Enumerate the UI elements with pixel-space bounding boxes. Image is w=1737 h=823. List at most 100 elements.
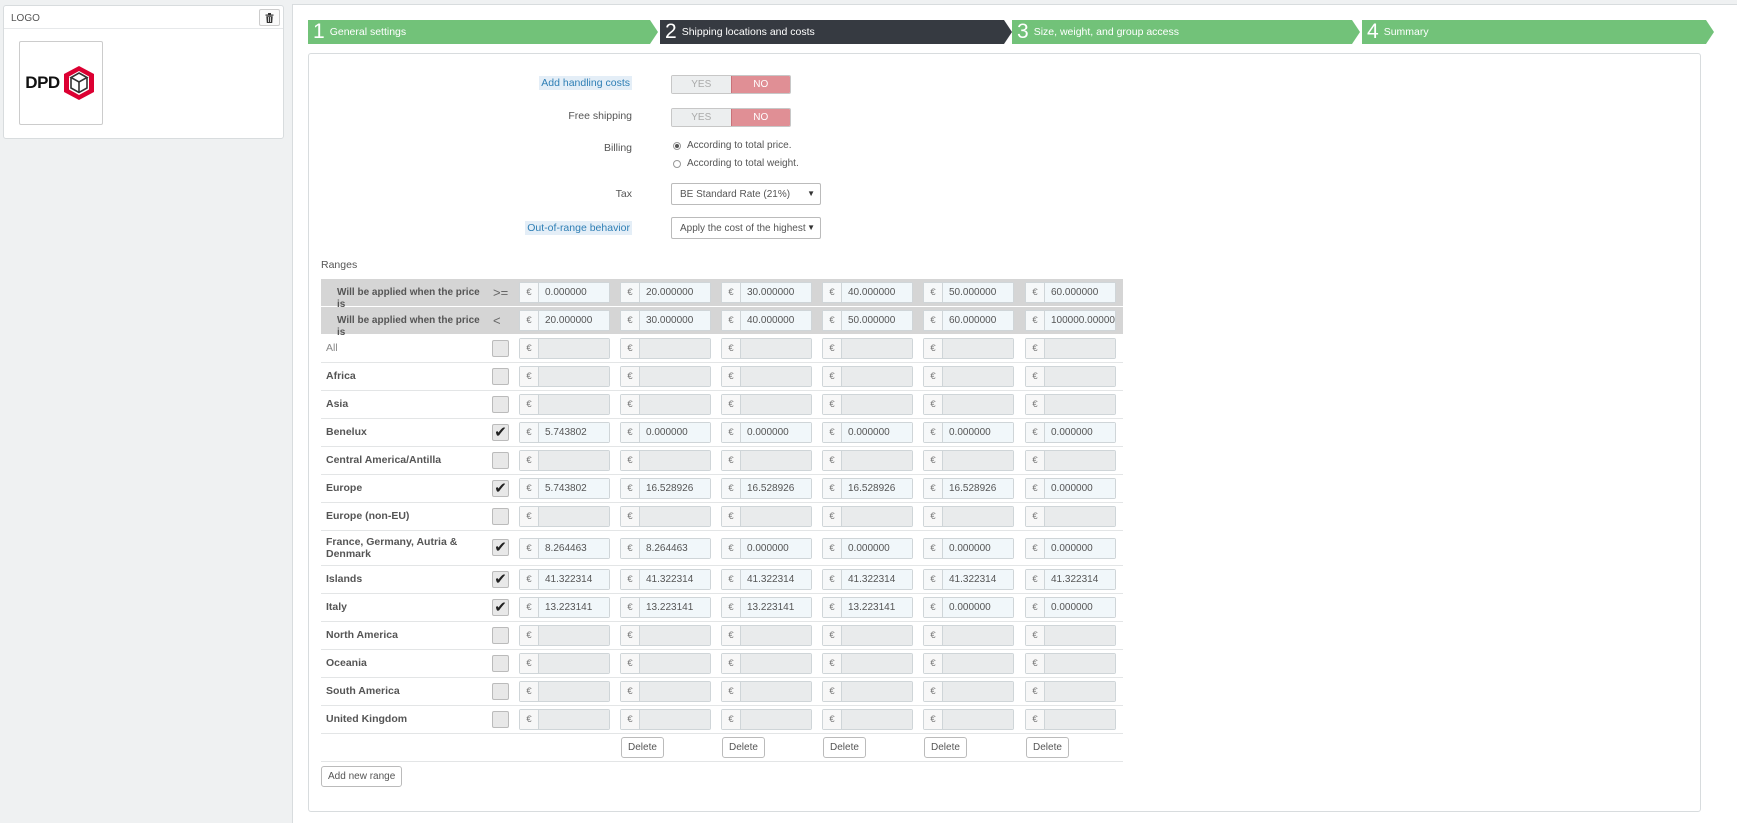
zone-price-input[interactable]: €41.322314 xyxy=(620,569,711,590)
delete-range-button[interactable]: Delete xyxy=(924,737,967,758)
zone-price-input[interactable]: € xyxy=(519,450,610,471)
range-to-input[interactable]: €60.000000 xyxy=(923,310,1014,331)
free-shipping-no-option[interactable]: NO xyxy=(730,109,790,126)
zone-price-input[interactable]: €13.223141 xyxy=(620,597,711,618)
zone-checkbox[interactable] xyxy=(492,396,509,413)
zone-price-input[interactable]: € xyxy=(620,506,711,527)
range-to-input[interactable]: €40.000000 xyxy=(721,310,812,331)
zone-price-input[interactable]: € xyxy=(1025,394,1116,415)
zone-price-input[interactable]: €8.264463 xyxy=(620,538,711,559)
zone-price-input[interactable]: € xyxy=(923,450,1014,471)
zone-price-input[interactable]: € xyxy=(620,450,711,471)
zone-price-input[interactable]: €0.000000 xyxy=(721,422,812,443)
range-from-input[interactable]: €0.000000 xyxy=(519,282,610,303)
zone-checkbox[interactable]: ✔ xyxy=(492,424,509,441)
zone-price-input[interactable]: €16.528926 xyxy=(721,478,812,499)
delete-logo-button[interactable] xyxy=(259,9,280,26)
zone-price-input[interactable]: € xyxy=(923,625,1014,646)
zone-price-input[interactable]: € xyxy=(620,709,711,730)
zone-price-input[interactable]: €0.000000 xyxy=(620,422,711,443)
range-to-input[interactable]: €20.000000 xyxy=(519,310,610,331)
range-from-input[interactable]: €60.000000 xyxy=(1025,282,1116,303)
zone-price-input[interactable]: €0.000000 xyxy=(1025,422,1116,443)
zone-price-input[interactable]: € xyxy=(822,653,913,674)
zone-price-input[interactable]: € xyxy=(721,653,812,674)
zone-price-input[interactable]: € xyxy=(620,366,711,387)
zone-price-input[interactable]: € xyxy=(822,366,913,387)
zone-price-input[interactable]: € xyxy=(1025,506,1116,527)
zone-price-input[interactable]: € xyxy=(620,338,711,359)
zone-price-input[interactable]: € xyxy=(519,394,610,415)
zone-price-input[interactable]: € xyxy=(923,681,1014,702)
zone-price-input[interactable]: € xyxy=(721,625,812,646)
zone-price-input[interactable]: € xyxy=(519,625,610,646)
zone-price-input[interactable]: € xyxy=(822,625,913,646)
zone-price-input[interactable]: € xyxy=(923,709,1014,730)
zone-price-input[interactable]: €0.000000 xyxy=(1025,478,1116,499)
zone-price-input[interactable]: €16.528926 xyxy=(923,478,1014,499)
add-new-range-button[interactable]: Add new range xyxy=(321,766,403,787)
zone-price-input[interactable]: € xyxy=(822,709,913,730)
radio-selected[interactable] xyxy=(673,141,681,150)
billing-total-price-option[interactable]: According to total price. xyxy=(673,140,792,151)
zone-price-input[interactable]: € xyxy=(923,366,1014,387)
delete-range-button[interactable]: Delete xyxy=(722,737,765,758)
range-to-input[interactable]: €50.000000 xyxy=(822,310,913,331)
zone-price-input[interactable]: € xyxy=(822,338,913,359)
zone-price-input[interactable]: € xyxy=(620,653,711,674)
zone-price-input[interactable]: € xyxy=(519,681,610,702)
range-from-input[interactable]: €40.000000 xyxy=(822,282,913,303)
zone-price-input[interactable]: € xyxy=(1025,681,1116,702)
zone-checkbox[interactable] xyxy=(492,683,509,700)
zone-price-input[interactable]: €0.000000 xyxy=(721,538,812,559)
zone-price-input[interactable]: € xyxy=(620,394,711,415)
zone-price-input[interactable]: € xyxy=(1025,625,1116,646)
range-from-input[interactable]: €30.000000 xyxy=(721,282,812,303)
zone-checkbox[interactable] xyxy=(492,627,509,644)
zone-price-input[interactable]: € xyxy=(519,506,610,527)
zone-price-input[interactable]: €5.743802 xyxy=(519,422,610,443)
zone-price-input[interactable]: € xyxy=(822,681,913,702)
handling-costs-switch[interactable]: YES NO xyxy=(671,75,791,94)
zone-price-input[interactable]: €8.264463 xyxy=(519,538,610,559)
zone-price-input[interactable]: €16.528926 xyxy=(620,478,711,499)
radio-unselected[interactable] xyxy=(673,159,681,168)
range-to-input[interactable]: €100000.000000 xyxy=(1025,310,1116,331)
zone-price-input[interactable]: €13.223141 xyxy=(721,597,812,618)
free-shipping-switch[interactable]: YES NO xyxy=(671,108,791,127)
zone-price-input[interactable]: € xyxy=(1025,450,1116,471)
zone-checkbox[interactable]: ✔ xyxy=(492,539,509,556)
zone-price-input[interactable]: €0.000000 xyxy=(822,422,913,443)
wizard-step-size-weight[interactable]: 3 Size, weight, and group access xyxy=(1012,20,1360,44)
zone-price-input[interactable]: € xyxy=(721,366,812,387)
tax-select[interactable]: BE Standard Rate (21%) ▼ xyxy=(671,183,821,205)
zone-checkbox[interactable] xyxy=(492,340,509,357)
wizard-step-general-settings[interactable]: 1 General settings xyxy=(308,20,658,44)
wizard-step-summary[interactable]: 4 Summary xyxy=(1362,20,1714,44)
zone-price-input[interactable]: € xyxy=(519,653,610,674)
zone-price-input[interactable]: € xyxy=(519,338,610,359)
out-of-range-select[interactable]: Apply the cost of the highest ▼ xyxy=(671,217,821,239)
delete-range-button[interactable]: Delete xyxy=(823,737,866,758)
zone-price-input[interactable]: €41.322314 xyxy=(721,569,812,590)
zone-price-input[interactable]: € xyxy=(923,338,1014,359)
zone-price-input[interactable]: € xyxy=(1025,338,1116,359)
zone-checkbox[interactable]: ✔ xyxy=(492,480,509,497)
zone-price-input[interactable]: € xyxy=(822,394,913,415)
zone-checkbox[interactable] xyxy=(492,508,509,525)
handling-yes-option[interactable]: YES xyxy=(672,76,731,93)
zone-checkbox[interactable] xyxy=(492,368,509,385)
range-from-input[interactable]: €50.000000 xyxy=(923,282,1014,303)
zone-price-input[interactable]: €13.223141 xyxy=(822,597,913,618)
zone-price-input[interactable]: € xyxy=(519,366,610,387)
zone-price-input[interactable]: € xyxy=(923,506,1014,527)
zone-price-input[interactable]: €0.000000 xyxy=(923,422,1014,443)
range-from-input[interactable]: €20.000000 xyxy=(620,282,711,303)
zone-price-input[interactable]: € xyxy=(1025,366,1116,387)
zone-price-input[interactable]: € xyxy=(721,506,812,527)
zone-price-input[interactable]: €0.000000 xyxy=(1025,597,1116,618)
range-to-input[interactable]: €30.000000 xyxy=(620,310,711,331)
zone-price-input[interactable]: €41.322314 xyxy=(1025,569,1116,590)
zone-price-input[interactable]: €41.322314 xyxy=(923,569,1014,590)
zone-price-input[interactable]: €41.322314 xyxy=(519,569,610,590)
